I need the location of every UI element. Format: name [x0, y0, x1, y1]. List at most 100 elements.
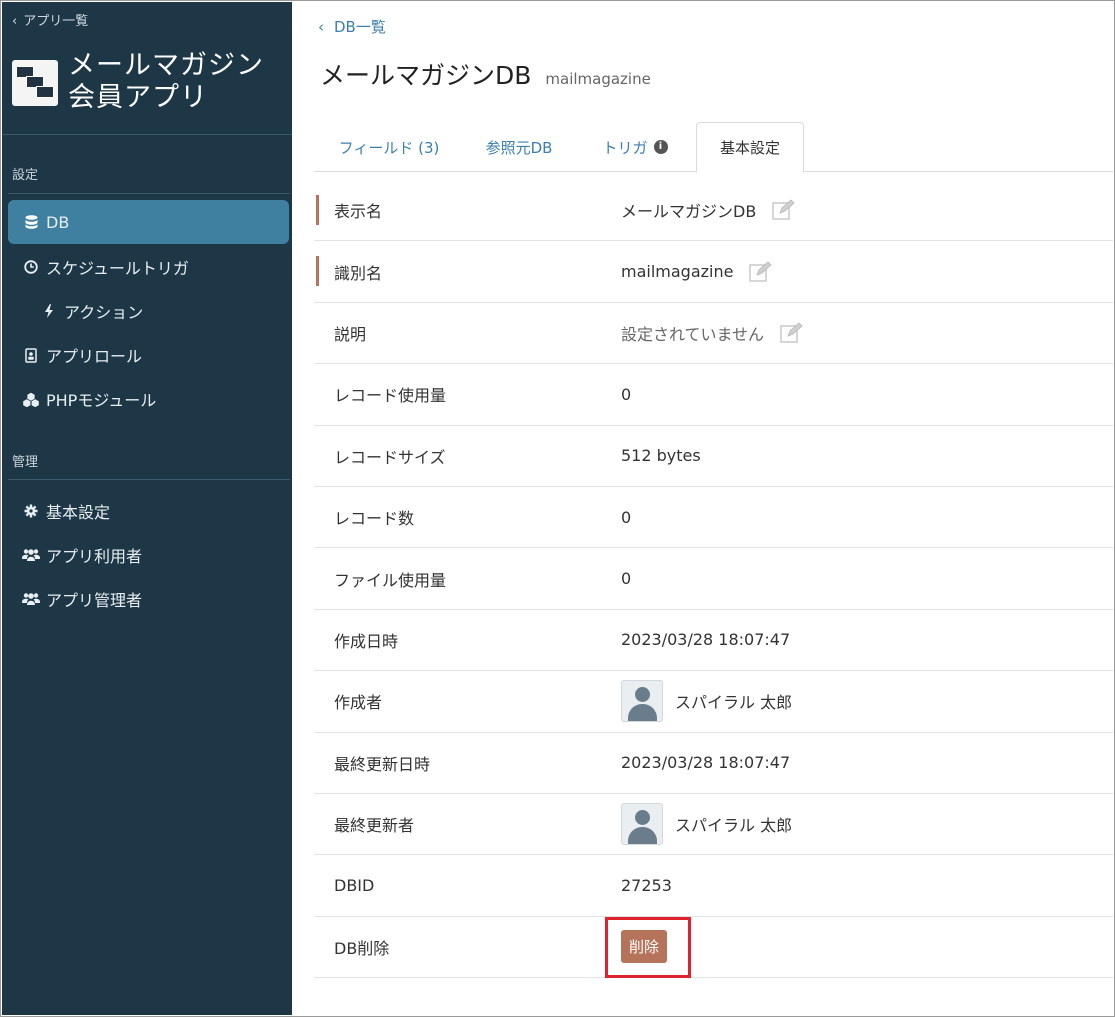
- app-logo-icon: [12, 60, 58, 106]
- field-label: 説明: [334, 324, 367, 344]
- users-icon: [20, 548, 42, 562]
- sidebar-item-basic-settings[interactable]: 基本設定: [8, 489, 289, 533]
- breadcrumb-db-list: DB一覧: [334, 18, 386, 36]
- sidebar-item-php-module[interactable]: PHPモジュール: [8, 377, 289, 421]
- required-marker: [316, 195, 319, 225]
- edit-icon[interactable]: [772, 199, 796, 221]
- row-created-by: 作成者 スパイラル 太郎: [314, 671, 1113, 733]
- tab-fields[interactable]: フィールド (3): [314, 122, 464, 172]
- sidebar-item-label: アクション: [64, 303, 144, 322]
- page-header: メールマガジンDB mailmagazine: [320, 56, 651, 92]
- app-title-line2: 会員アプリ: [68, 82, 208, 113]
- tab-label: トリガ: [602, 138, 648, 157]
- sidebar-item-action[interactable]: アクション: [8, 289, 289, 333]
- clock-icon: [20, 260, 42, 274]
- avatar: [621, 803, 663, 846]
- breadcrumb[interactable]: ‹ DB一覧: [318, 16, 386, 37]
- field-label: レコード使用量: [334, 386, 447, 406]
- sidebar-item-label: アプリ利用者: [46, 547, 143, 566]
- field-value: 512 bytes: [621, 446, 701, 466]
- field-label: 最終更新日時: [334, 754, 431, 774]
- field-label: ファイル使用量: [334, 570, 447, 590]
- edit-icon[interactable]: [780, 322, 804, 344]
- field-label: 作成日時: [334, 631, 399, 651]
- field-value: 27253: [621, 875, 672, 895]
- created-by-name: スパイラル 太郎: [675, 693, 793, 713]
- field-label: レコードサイズ: [334, 447, 446, 467]
- sidebar-item-app-users[interactable]: アプリ利用者: [8, 533, 289, 577]
- app-title-line1: メールマガジン: [68, 50, 264, 81]
- back-to-apps-link[interactable]: ‹ アプリ一覧: [12, 10, 88, 29]
- description-value: 設定されていません: [621, 324, 765, 344]
- sidebar-divider: [8, 193, 290, 194]
- field-value: 0: [621, 569, 632, 589]
- field-value: 2023/03/28 18:07:47: [621, 630, 791, 650]
- field-value: メールマガジンDB: [621, 198, 796, 222]
- settings-table: 表示名 メールマガジンDB 識別名 mailmagazine 説明 設定されてい…: [314, 180, 1113, 979]
- sidebar-item-db[interactable]: DB: [8, 200, 289, 244]
- row-updated-at: 最終更新日時 2023/03/28 18:07:47: [314, 733, 1113, 794]
- tab-basic-settings[interactable]: 基本設定: [696, 122, 804, 173]
- row-created-at: 作成日時 2023/03/28 18:07:47: [314, 610, 1113, 672]
- tab-label: 基本設定: [719, 139, 780, 157]
- page-identifier: mailmagazine: [545, 70, 651, 88]
- row-dbid: DBID 27253: [314, 855, 1113, 917]
- field-label: 表示名: [334, 202, 383, 222]
- field-label: DB削除: [334, 938, 390, 958]
- field-value: mailmagazine: [621, 261, 773, 283]
- field-value: スパイラル 太郎: [621, 803, 793, 846]
- sidebar-item-label: アプリ管理者: [46, 591, 143, 610]
- highlight-box: [605, 917, 691, 978]
- sidebar-item-app-admins[interactable]: アプリ管理者: [8, 577, 289, 621]
- field-label: 最終更新者: [334, 816, 415, 836]
- row-record-count: レコード数 0: [314, 487, 1113, 549]
- app-header: メールマガジン 会員アプリ: [12, 50, 264, 114]
- chevron-left-icon: ‹: [12, 14, 18, 29]
- field-value: 0: [621, 384, 632, 404]
- field-value: 0: [621, 507, 632, 527]
- sidebar-item-label: PHPモジュール: [46, 391, 157, 410]
- sidebar-item-label: 基本設定: [46, 503, 111, 522]
- users-icon: [20, 592, 42, 606]
- chevron-left-icon: ‹: [318, 18, 324, 36]
- row-record-usage: レコード使用量 0: [314, 364, 1113, 426]
- row-db-delete: DB削除 削除: [314, 917, 1113, 979]
- row-file-usage: ファイル使用量 0: [314, 548, 1113, 610]
- tab-trigger[interactable]: トリガ i: [576, 122, 694, 172]
- sidebar-divider: [2, 134, 292, 135]
- row-updated-by: 最終更新者 スパイラル 太郎: [314, 794, 1113, 856]
- required-marker: [316, 256, 319, 287]
- cubes-icon: [20, 392, 42, 407]
- avatar: [621, 680, 663, 723]
- field-label: DBID: [334, 875, 375, 895]
- updated-by-name: スパイラル 太郎: [675, 816, 793, 836]
- id-badge-icon: [20, 347, 42, 363]
- sidebar-item-label: アプリロール: [46, 347, 143, 366]
- field-label: レコード数: [334, 509, 415, 529]
- database-icon: [20, 215, 42, 229]
- field-value: スパイラル 太郎: [621, 680, 793, 723]
- sidebar-item-label: DB: [46, 212, 70, 232]
- sidebar: ‹ アプリ一覧 メールマガジン 会員アプリ 設定 DB スケジュールトリガ アクシ…: [2, 2, 292, 1015]
- envelope-icon: [36, 86, 54, 98]
- section-admin-heading: 管理: [12, 455, 39, 470]
- field-value: 2023/03/28 18:07:47: [621, 753, 791, 773]
- row-description: 説明 設定されていません: [314, 303, 1113, 365]
- app-title: メールマガジン 会員アプリ: [68, 50, 264, 114]
- field-label: 識別名: [334, 263, 383, 283]
- display-name-value: メールマガジンDB: [621, 202, 757, 222]
- sidebar-item-schedule-trigger[interactable]: スケジュールトリガ: [8, 245, 289, 289]
- row-display-name: 表示名 メールマガジンDB: [314, 180, 1113, 242]
- page-title: メールマガジンDB: [320, 61, 532, 90]
- sidebar-item-label: スケジュールトリガ: [46, 259, 189, 278]
- row-record-size: レコードサイズ 512 bytes: [314, 426, 1113, 487]
- info-icon: i: [653, 140, 668, 154]
- tab-referencing-db[interactable]: 参照元DB: [464, 122, 574, 172]
- section-settings-heading: 設定: [12, 168, 39, 183]
- edit-icon[interactable]: [749, 261, 773, 283]
- tab-label: フィールド (3): [338, 138, 440, 157]
- identifier-value: mailmagazine: [621, 262, 734, 282]
- tab-bar: フィールド (3) 参照元DB トリガ i 基本設定: [314, 122, 1113, 173]
- field-label: 作成者: [334, 693, 383, 713]
- sidebar-item-app-role[interactable]: アプリロール: [8, 333, 289, 377]
